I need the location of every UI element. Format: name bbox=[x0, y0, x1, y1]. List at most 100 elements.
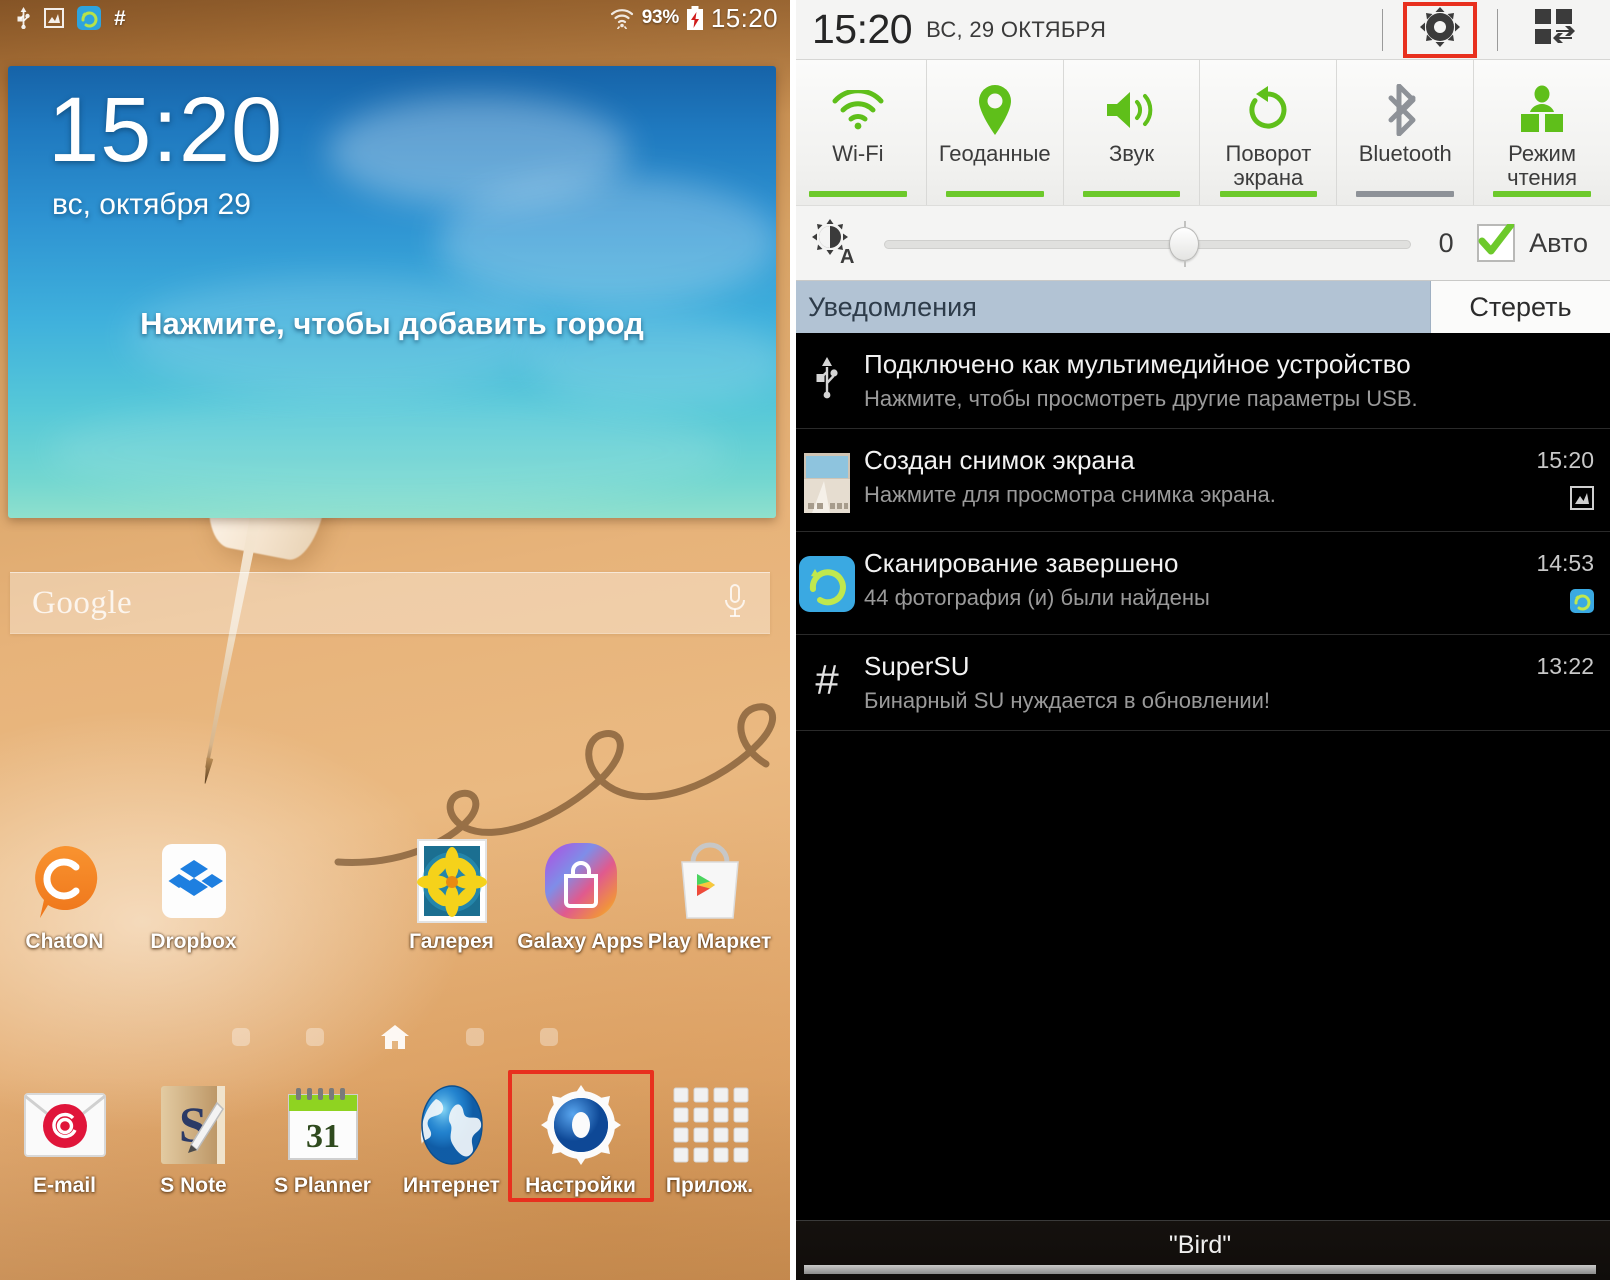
notification-row[interactable]: # SuperSU Бинарный SU нуждается в обновл… bbox=[790, 635, 1610, 731]
dropbox-icon bbox=[151, 838, 237, 924]
app-empty-slot bbox=[258, 838, 387, 954]
app-label: Интернет bbox=[403, 1174, 500, 1197]
notification-subtitle: 44 фотография (и) были найдены bbox=[864, 585, 1210, 610]
shade-handle[interactable] bbox=[804, 1265, 1596, 1274]
screen-rotate-icon bbox=[1244, 82, 1292, 138]
email-icon bbox=[22, 1082, 108, 1168]
shade-clock: 15:20 bbox=[812, 6, 913, 52]
apps-grid-icon bbox=[667, 1082, 753, 1168]
toggle-location[interactable]: Геоданные bbox=[927, 60, 1064, 205]
notification-time: 13:22 bbox=[1536, 653, 1594, 679]
notification-time: 15:20 bbox=[1536, 447, 1594, 473]
widget-add-city[interactable]: Нажмите, чтобы добавить город bbox=[8, 306, 776, 342]
svg-text:A: A bbox=[840, 246, 854, 265]
notification-row[interactable]: Подключено как мультимедийное устройство… bbox=[790, 333, 1610, 429]
toggle-wifi[interactable]: Wi-Fi bbox=[790, 60, 927, 205]
app-s-note[interactable]: S S Note bbox=[129, 1082, 258, 1198]
house-icon[interactable] bbox=[380, 1024, 410, 1050]
toggle-state-bar bbox=[1219, 191, 1318, 197]
shade-header: 15:20 ВС, 29 ОКТЯБРЯ bbox=[790, 0, 1610, 60]
notification-list: Подключено как мультимедийное устройство… bbox=[790, 333, 1610, 731]
multi-window-icon bbox=[1534, 7, 1576, 52]
page-dot[interactable] bbox=[466, 1028, 484, 1046]
app-drawer[interactable]: Прилож. bbox=[645, 1082, 774, 1198]
battery-percent: 93% bbox=[641, 7, 679, 28]
toggle-label: Bluetooth bbox=[1358, 141, 1452, 166]
gallery-scan-icon bbox=[77, 6, 101, 30]
location-pin-icon bbox=[975, 82, 1015, 138]
app-gallery[interactable]: Галерея bbox=[387, 838, 516, 954]
page-dot[interactable] bbox=[540, 1028, 558, 1046]
app-dropbox[interactable]: Dropbox bbox=[129, 838, 258, 954]
slider-knob[interactable] bbox=[1169, 221, 1200, 267]
home-app-row-1: ChatON Dropbox Галерея Galaxy Apps Play … bbox=[0, 838, 790, 954]
page-dot[interactable] bbox=[232, 1028, 250, 1046]
screenshot-root: # 93% 15:20 15:20 вс, октября 29 Нажмите… bbox=[0, 0, 1610, 1280]
app-play-store[interactable]: Play Маркет bbox=[645, 838, 774, 954]
notification-title: Создан снимок экрана bbox=[864, 445, 1135, 475]
toggle-screen-rotation[interactable]: Поворот экрана bbox=[1200, 60, 1338, 205]
notification-title: Подключено как мультимедийное устройство bbox=[864, 349, 1411, 379]
app-email[interactable]: E-mail bbox=[0, 1082, 129, 1198]
app-label: S Note bbox=[160, 1174, 227, 1197]
notification-time: 14:53 bbox=[1536, 550, 1594, 576]
toggle-state-bar bbox=[1493, 191, 1591, 197]
app-settings[interactable]: Настройки bbox=[508, 1070, 654, 1202]
app-label: Галерея bbox=[409, 930, 494, 953]
app-s-planner[interactable]: 31 S Planner bbox=[258, 1082, 387, 1198]
gallery-icon bbox=[409, 838, 495, 924]
brightness-auto-icon: A bbox=[810, 217, 858, 270]
play-store-icon bbox=[667, 838, 753, 924]
app-label: Dropbox bbox=[150, 930, 237, 953]
shade-settings-button[interactable] bbox=[1403, 1, 1477, 58]
svg-text:31: 31 bbox=[306, 1118, 340, 1155]
brightness-row: A 0 Авто bbox=[790, 205, 1610, 281]
sound-on-icon bbox=[1104, 82, 1160, 138]
notification-title: SuperSU bbox=[864, 651, 970, 681]
shade-date: ВС, 29 ОКТЯБРЯ bbox=[926, 16, 1107, 42]
notifications-title: Уведомления bbox=[808, 291, 977, 322]
app-internet[interactable]: Интернет bbox=[387, 1082, 516, 1198]
home-status-bar: # 93% 15:20 bbox=[0, 0, 790, 36]
notification-row[interactable]: Создан снимок экрана Нажмите для просмот… bbox=[790, 429, 1610, 532]
now-playing-track: "Bird" bbox=[1168, 1231, 1232, 1259]
toggle-label: Режим чтения bbox=[1507, 141, 1577, 190]
app-label: Galaxy Apps bbox=[517, 930, 644, 953]
home-screen[interactable]: # 93% 15:20 15:20 вс, октября 29 Нажмите… bbox=[0, 0, 790, 1280]
toggle-reading-mode[interactable]: Режим чтения bbox=[1474, 60, 1610, 205]
app-label: E-mail bbox=[32, 1174, 97, 1197]
google-search-bar[interactable]: Google bbox=[10, 572, 770, 634]
auto-brightness-label: Авто bbox=[1529, 227, 1588, 258]
app-galaxy-apps[interactable]: Galaxy Apps bbox=[516, 838, 645, 954]
page-dot[interactable] bbox=[306, 1028, 324, 1046]
auto-brightness-checkbox[interactable] bbox=[1477, 224, 1516, 262]
toggle-state-bar bbox=[945, 191, 1044, 197]
now-playing-bar[interactable]: "Bird" bbox=[790, 1220, 1610, 1280]
toggle-label: Поворот экрана bbox=[1225, 141, 1312, 190]
app-label: Прилож. bbox=[665, 1174, 754, 1197]
slider-track bbox=[884, 240, 1412, 249]
toggle-bluetooth[interactable]: Bluetooth bbox=[1337, 60, 1475, 205]
notification-row[interactable]: Сканирование завершено 44 фотография (и)… bbox=[790, 532, 1610, 635]
app-chaton[interactable]: ChatON bbox=[0, 838, 129, 954]
toggle-state-bar bbox=[809, 191, 907, 197]
toggle-label: Звук bbox=[1109, 141, 1155, 166]
wifi-icon bbox=[831, 82, 885, 138]
multi-window-button[interactable] bbox=[1518, 2, 1592, 58]
search-input[interactable]: Google bbox=[32, 585, 132, 622]
browser-icon bbox=[409, 1082, 495, 1168]
supersu-icon: # bbox=[815, 656, 839, 703]
toggle-state-bar bbox=[1082, 191, 1181, 197]
brightness-slider[interactable] bbox=[884, 221, 1412, 267]
wifi-icon bbox=[609, 7, 635, 29]
toggle-sound[interactable]: Звук bbox=[1064, 60, 1201, 205]
microphone-icon[interactable] bbox=[722, 583, 748, 624]
screenshot-badge-icon bbox=[1570, 486, 1594, 515]
app-label: Play Маркет bbox=[647, 930, 772, 953]
clock-weather-widget[interactable]: 15:20 вс, октября 29 Нажмите, чтобы доба… bbox=[8, 66, 776, 518]
gallery-scan-badge-icon bbox=[1570, 589, 1594, 618]
supersu-icon: # bbox=[114, 6, 126, 30]
gallery-scan-icon bbox=[790, 548, 864, 612]
toggle-label: Геоданные bbox=[938, 141, 1051, 166]
clear-notifications-button[interactable]: Стереть bbox=[1430, 281, 1610, 333]
